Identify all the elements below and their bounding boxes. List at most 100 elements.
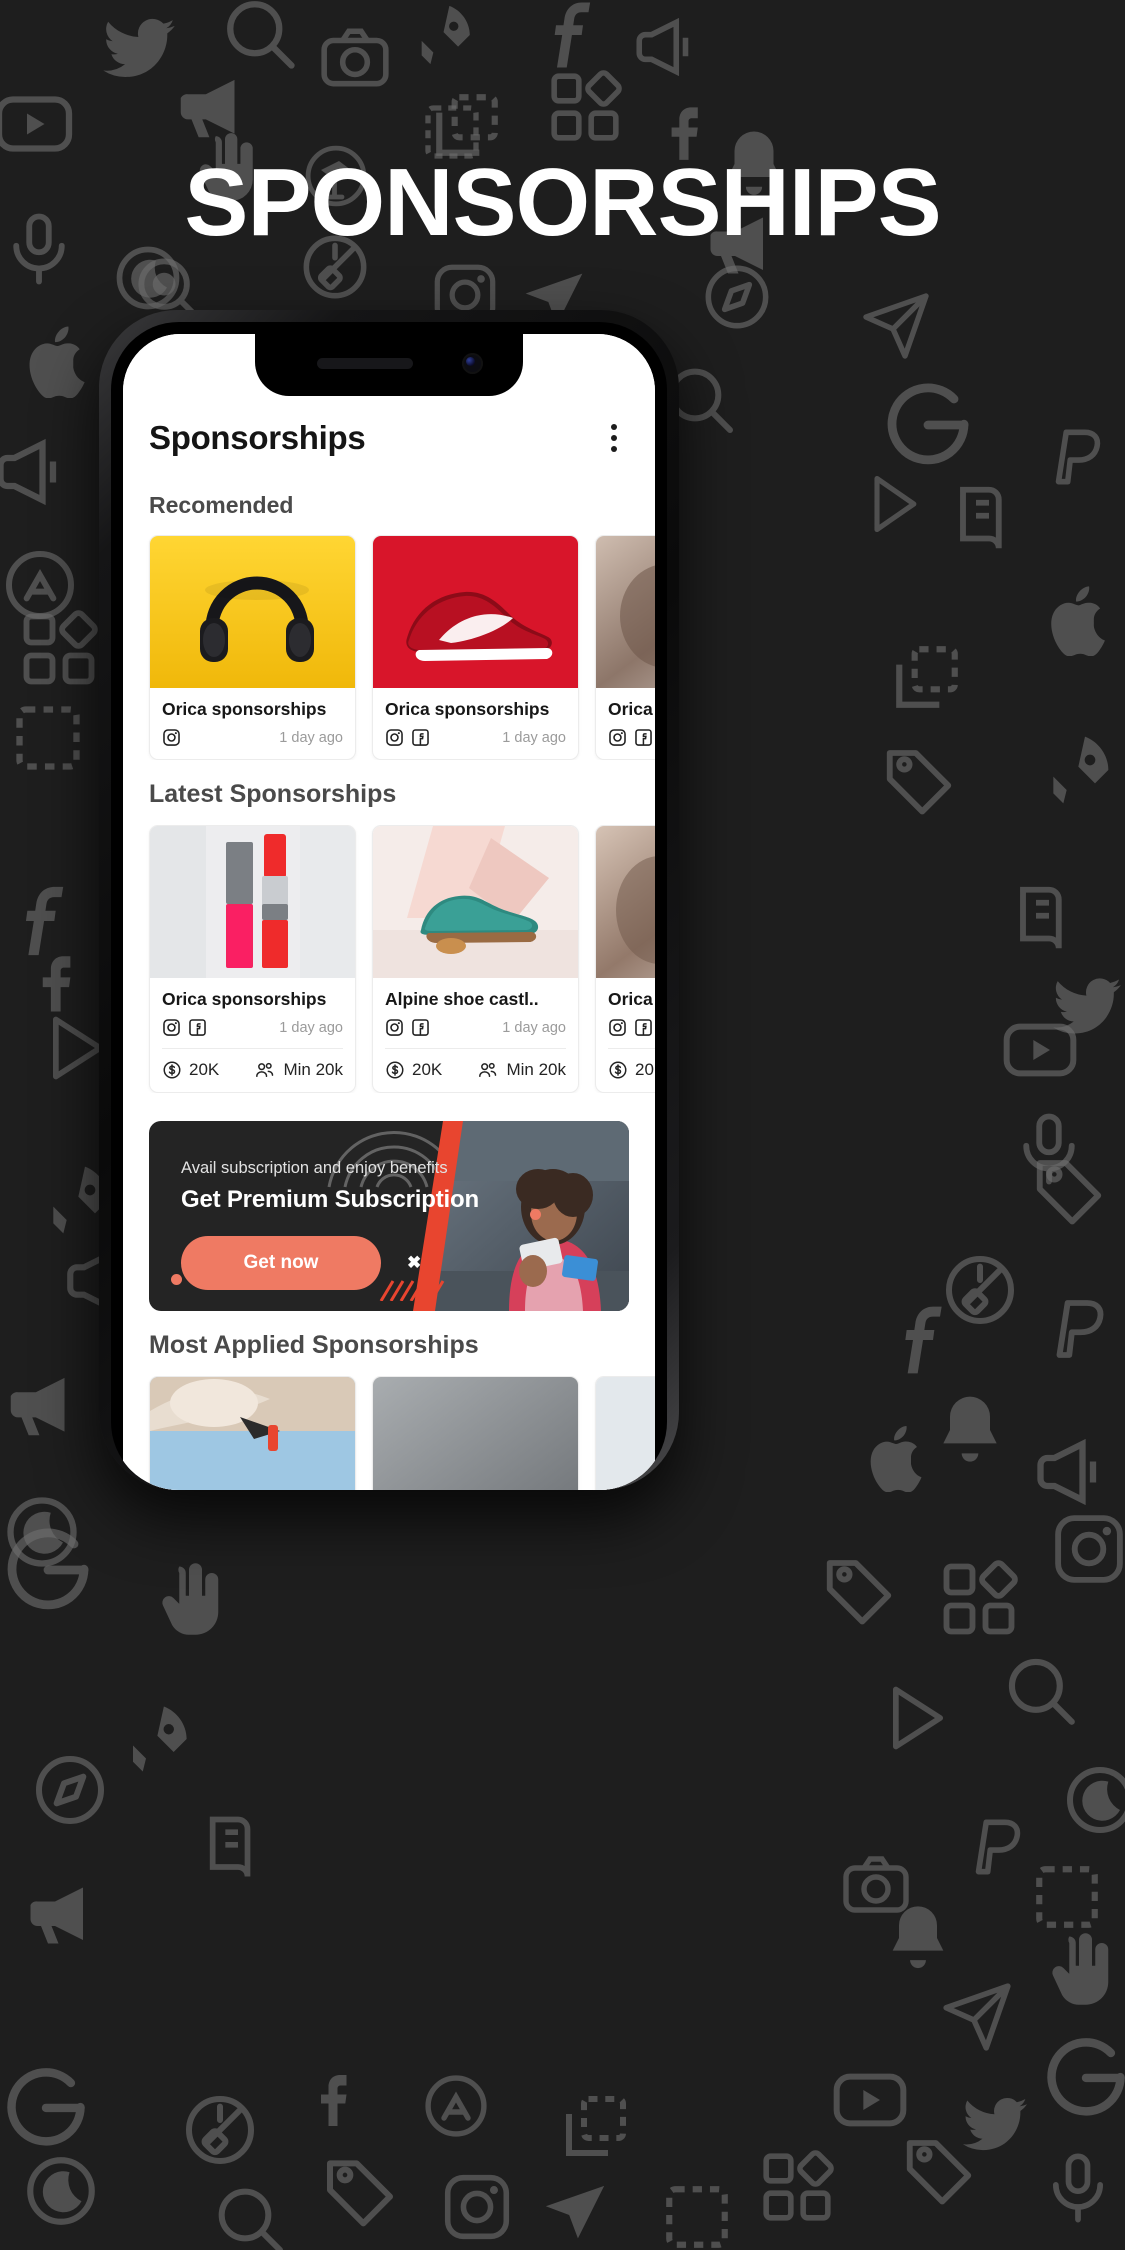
card-meta-row: 1 day ago xyxy=(608,728,655,747)
people-group-icon xyxy=(479,1062,497,1077)
section-title-latest: Latest Sponsorships xyxy=(149,780,397,808)
dashbox-icon xyxy=(1030,1860,1104,1934)
social-icons xyxy=(162,1018,207,1037)
card-stats-row: 20 xyxy=(608,1049,655,1080)
get-now-button[interactable]: Get now xyxy=(181,1236,381,1290)
bell-icon xyxy=(930,1390,1010,1470)
dollar-circle-icon xyxy=(609,1061,627,1079)
card-title: Orica sponsorships xyxy=(162,699,327,719)
dashcorner-icon xyxy=(560,2090,632,2162)
premium-subscription-banner[interactable]: Avail subscription and enjoy benefits Ge… xyxy=(149,1121,629,1311)
instagram-icon xyxy=(608,728,627,747)
card-audience-stat: Min 20k xyxy=(254,1060,343,1080)
card-image-blurred xyxy=(596,536,655,688)
card-price-stat: 20 xyxy=(608,1060,654,1080)
squares-icon xyxy=(940,1560,1018,1638)
instagram-icon xyxy=(162,728,181,747)
book-icon xyxy=(1010,880,1088,958)
instagram-icon xyxy=(608,1018,627,1037)
card-body: Orica sponsorships xyxy=(150,978,355,1092)
card-body: Orica sponsorships xyxy=(596,688,655,759)
squares-icon xyxy=(548,70,622,144)
youtube-icon xyxy=(830,2060,910,2140)
card-image-teal-shoe xyxy=(373,826,578,978)
card-image-blurred xyxy=(596,826,655,978)
apple-icon xyxy=(860,1420,932,1492)
phone-mockup: Sponsorships Recomended Orica sponsorshi… xyxy=(99,310,679,1490)
sponsorship-card[interactable]: Alpine shoe castl.. 1 day ago 20K Min 20… xyxy=(372,825,579,1093)
paypal-icon xyxy=(960,1810,1034,1884)
sponsorship-card[interactable]: Orica sponsorships xyxy=(149,535,356,760)
sponsorship-card[interactable]: Orica sponsorships xyxy=(149,825,356,1093)
card-title: Orica sponsorships xyxy=(385,699,550,719)
kebab-dot xyxy=(611,446,617,452)
tri-icon xyxy=(860,470,928,538)
squares-icon xyxy=(20,610,98,688)
card-title: Orica sponsorships xyxy=(608,699,655,719)
moon-icon xyxy=(20,2150,102,2232)
book-icon xyxy=(200,1810,276,1886)
card-meta-row: 1 day ago xyxy=(608,1018,655,1037)
facebook-icon xyxy=(634,728,653,747)
rocket-icon xyxy=(410,0,480,70)
dashcorner-icon xyxy=(890,640,964,714)
mic-icon xyxy=(1010,1110,1088,1188)
card-stats-row: 20K Min 20k xyxy=(385,1049,566,1080)
paypal-icon xyxy=(1040,420,1114,494)
megaphoneo-icon xyxy=(630,10,704,84)
app-title: Sponsorships xyxy=(149,419,366,456)
section-title-most-applied: Most Applied Sponsorships xyxy=(149,1331,479,1359)
sponsorship-card[interactable]: Orica sponsorships xyxy=(372,535,579,760)
sponsorship-card[interactable] xyxy=(149,1376,356,1490)
facebook-icon xyxy=(411,728,430,747)
recommended-card-row[interactable]: Orica sponsorships 1 day ago Orica spons… xyxy=(123,535,655,760)
sponsorship-card[interactable]: Orica sponsorships xyxy=(595,535,655,760)
card-image-lipstick xyxy=(150,826,355,978)
most-applied-card-row[interactable] xyxy=(123,1376,655,1490)
megaphone-icon xyxy=(20,1870,104,1954)
facebook-icon xyxy=(634,1018,653,1037)
card-title: Orica sponsorships xyxy=(608,989,655,1009)
card-timestamp: 1 day ago xyxy=(279,1019,343,1036)
phone-bezel: Sponsorships Recomended Orica sponsorshi… xyxy=(111,322,667,1490)
earpiece-speaker xyxy=(317,358,413,369)
latest-card-row[interactable]: Orica sponsorships 1 day ago 20K Min 20k… xyxy=(123,825,655,1093)
banner-headline: Get Premium Subscription xyxy=(181,1186,479,1213)
page-title: SPONSORSHIPS xyxy=(184,149,941,256)
kebab-menu-icon[interactable] xyxy=(599,418,629,458)
banner-dot-decoration xyxy=(530,1209,541,1220)
card-audience-value: Min 20k xyxy=(283,1060,343,1079)
card-stats-row: 20K Min 20k xyxy=(162,1049,343,1080)
compass-icon xyxy=(700,260,774,334)
dashbox-icon xyxy=(660,2180,734,2250)
sponsorship-card[interactable] xyxy=(595,1376,655,1490)
card-title: Orica sponsorships xyxy=(162,989,327,1009)
sponsorship-card[interactable]: Orica sponsorships xyxy=(595,825,655,1093)
card-meta-row: 1 day ago xyxy=(385,728,566,747)
card-image-paraglider xyxy=(150,1377,355,1490)
sendf-icon xyxy=(540,2180,610,2250)
dollar-circle-icon xyxy=(163,1061,181,1079)
g-icon xyxy=(880,375,976,471)
card-price-value: 20K xyxy=(189,1060,220,1079)
rocket-icon xyxy=(120,1700,198,1778)
fb-icon xyxy=(300,2060,372,2132)
sponsorship-card[interactable] xyxy=(372,1376,579,1490)
card-image-grey-product xyxy=(373,1377,578,1490)
camera-icon xyxy=(318,22,392,96)
social-icons xyxy=(608,728,653,747)
card-meta-row: 1 day ago xyxy=(162,728,343,747)
banner-close-icon[interactable]: ✖ xyxy=(407,1253,421,1273)
dollar-circle-icon xyxy=(386,1061,404,1079)
card-timestamp: 1 day ago xyxy=(502,1019,566,1036)
g-icon xyxy=(1040,2030,1125,2122)
card-body: Alpine shoe castl.. 1 day ago 20K Min 20… xyxy=(373,978,578,1092)
social-icons xyxy=(608,1018,653,1037)
apple-icon xyxy=(18,320,96,398)
social-icons xyxy=(162,728,181,747)
twitter-icon xyxy=(1050,970,1124,1044)
g-icon xyxy=(0,2060,92,2152)
phone-frame: Sponsorships Recomended Orica sponsorshi… xyxy=(99,310,679,1490)
script-icon xyxy=(530,0,608,74)
card-audience-stat: Min 20k xyxy=(477,1060,566,1080)
